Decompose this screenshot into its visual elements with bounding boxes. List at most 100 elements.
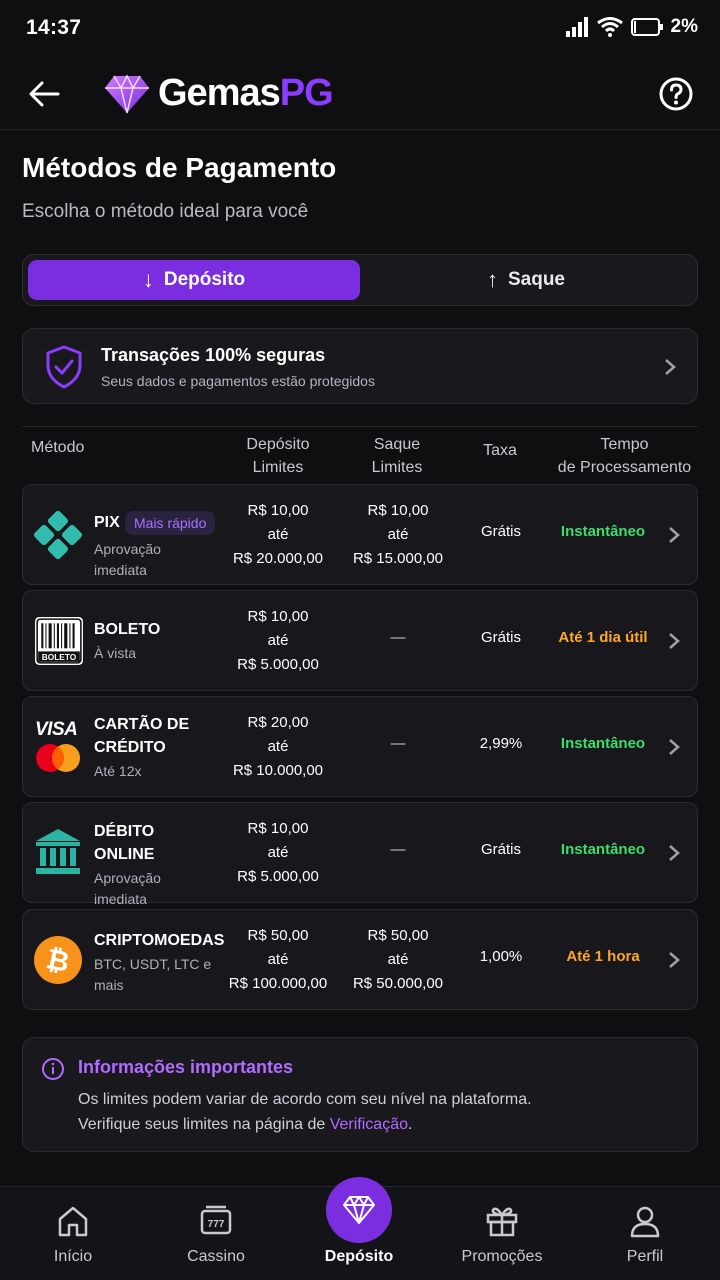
withdraw-limits: — <box>390 629 406 646</box>
fee-value: 1,00% <box>479 948 523 965</box>
processing-time: Instantâneo <box>560 735 646 752</box>
user-icon <box>630 1206 660 1238</box>
logo-text: GemasPG <box>158 72 334 114</box>
secure-subtitle: Seus dados e pagamentos estão protegidos <box>101 373 375 389</box>
nav-deposit-label: Depósito <box>324 1248 394 1265</box>
gift-icon <box>486 1207 518 1237</box>
barcode-icon: BOLETO <box>35 617 83 665</box>
table-header: Método Depósito Limites Saque Limites Taxa… <box>22 426 698 482</box>
info-title: Informações importantes <box>78 1057 294 1077</box>
nav-home-label: Início <box>53 1248 93 1265</box>
method-row-boleto[interactable]: BOLETO BOLETO À vista R$ 10,00 até R$ 5.00… <box>22 590 698 691</box>
nav-deposit-bubble <box>326 1177 392 1243</box>
method-desc: À vista <box>94 645 137 661</box>
wifi-icon <box>596 17 623 37</box>
tab-deposit[interactable]: ↓ Depósito <box>28 260 360 300</box>
th-deposit-limits: Depósito Limites <box>246 436 310 476</box>
logo: GemasPG <box>104 72 334 115</box>
page-subtitle: Escolha o método ideal para você <box>22 201 309 222</box>
status-icons: 2% <box>565 16 698 38</box>
visa-icon: VISA <box>35 719 78 740</box>
signal-icon <box>565 17 588 37</box>
diamond-icon <box>343 1196 375 1224</box>
fee-value: Grátis <box>480 841 521 858</box>
verification-link[interactable]: Verificação <box>330 1116 408 1133</box>
chevron-right-icon <box>669 739 680 755</box>
tab-withdraw[interactable]: ↑ Saque <box>360 260 692 300</box>
th-processing-time: Tempo de Processamento <box>557 436 692 476</box>
bitcoin-icon: ₿ <box>34 936 82 984</box>
fee-value: Grátis <box>480 523 521 540</box>
withdraw-limits: — <box>390 841 406 858</box>
withdraw-limits: R$ 10,00 até R$ 15.000,00 <box>352 502 444 567</box>
nav-home[interactable]: Início <box>1 1187 145 1280</box>
slot-machine-icon: 777 <box>200 1205 232 1235</box>
method-name: CARTÃO DE CRÉDITO <box>94 716 190 756</box>
bottom-nav: Início 777 Cassino Depósito Promoções Pe… <box>0 1177 720 1280</box>
fee-value: 2,99% <box>479 735 523 752</box>
fee-value: Grátis <box>480 629 521 646</box>
deposit-limits: R$ 50,00 até R$ 100.000,00 <box>228 927 328 992</box>
tab-deposit-label: Depósito <box>163 269 246 290</box>
processing-time: Instantâneo <box>560 841 646 858</box>
method-row-credit-card[interactable]: VISA CARTÃO DE CRÉDITO Até 12x R$ 20,00 at… <box>22 696 698 797</box>
shield-check-icon <box>46 345 82 389</box>
nav-promotions-label: Promoções <box>461 1248 543 1265</box>
fastest-badge: Mais rápido <box>125 511 216 535</box>
app-header: GemasPG <box>0 58 720 130</box>
info-icon <box>42 1058 64 1080</box>
method-row-crypto[interactable]: ₿ CRIPTOMOEDAS BTC, USDT, LTC e mais R$ 5… <box>22 909 698 1010</box>
boleto-icon-text: BOLETO <box>42 652 77 662</box>
nav-casino-label: Cassino <box>187 1248 245 1265</box>
help-icon[interactable] <box>658 76 694 112</box>
secure-title: Transações 100% seguras <box>101 345 326 365</box>
secure-transactions-card[interactable]: Transações 100% seguras Seus dados e pag… <box>22 328 698 404</box>
processing-time: Até 1 dia útil <box>558 629 648 646</box>
nav-promotions[interactable]: Promoções <box>430 1187 574 1280</box>
chevron-right-icon <box>669 952 680 968</box>
chevron-right-icon <box>669 845 680 861</box>
th-fee: Taxa <box>483 442 517 459</box>
th-method: Método <box>31 439 85 456</box>
back-arrow-icon[interactable] <box>26 78 62 110</box>
method-row-pix[interactable]: PIX Mais rápido Aprovação imediata R$ 10… <box>22 484 698 585</box>
nav-casino[interactable]: 777 Cassino <box>144 1187 288 1280</box>
method-name: DÉBITO ONLINE <box>94 823 155 863</box>
arrow-up-icon: ↑ <box>486 267 498 292</box>
home-icon <box>58 1206 88 1237</box>
battery-level: 2% <box>670 16 698 37</box>
withdraw-limits: — <box>390 735 406 752</box>
deposit-withdraw-toggle: ↓ Depósito ↑ Saque <box>22 254 698 306</box>
method-desc: Aprovação imediata <box>94 870 161 907</box>
chevron-right-icon <box>669 633 680 649</box>
method-desc: BTC, USDT, LTC e mais <box>94 956 212 993</box>
method-desc: Até 12x <box>94 763 142 779</box>
method-name: BOLETO <box>94 621 161 638</box>
deposit-limits: R$ 10,00 até R$ 5.000,00 <box>237 608 319 673</box>
info-line-1: Os limites podem variar de acordo com se… <box>78 1091 532 1108</box>
method-name: CRIPTOMOEDAS <box>94 932 225 949</box>
withdraw-limits: R$ 50,00 até R$ 50.000,00 <box>352 927 444 992</box>
processing-time: Instantâneo <box>560 523 646 540</box>
nav-profile[interactable]: Perfil <box>573 1187 717 1280</box>
processing-time: Até 1 hora <box>566 948 640 965</box>
card-brands-icon: VISA <box>35 719 85 778</box>
svg-text:777: 777 <box>208 1219 225 1230</box>
tab-withdraw-label: Saque <box>507 269 566 290</box>
method-desc: Aprovação imediata <box>94 541 161 578</box>
th-withdraw-limits: Saque Limites <box>371 436 423 476</box>
mastercard-icon <box>36 744 80 772</box>
method-row-online-debit[interactable]: DÉBITO ONLINE Aprovação imediata R$ 10,00… <box>22 802 698 907</box>
status-bar: 14:37 2% <box>0 0 720 58</box>
battery-icon <box>630 18 663 36</box>
deposit-limits: R$ 20,00 até R$ 10.000,00 <box>232 714 324 779</box>
chevron-right-icon <box>669 527 680 543</box>
nav-deposit[interactable]: Depósito <box>287 1177 431 1280</box>
nav-profile-label: Perfil <box>626 1248 664 1265</box>
deposit-limits: R$ 10,00 até R$ 5.000,00 <box>237 820 319 885</box>
bank-icon <box>36 829 80 874</box>
chevron-right-icon <box>665 359 676 375</box>
page-title: Métodos de Pagamento <box>22 152 337 183</box>
status-time: 14:37 <box>26 16 82 39</box>
diamond-logo-icon <box>105 73 149 113</box>
